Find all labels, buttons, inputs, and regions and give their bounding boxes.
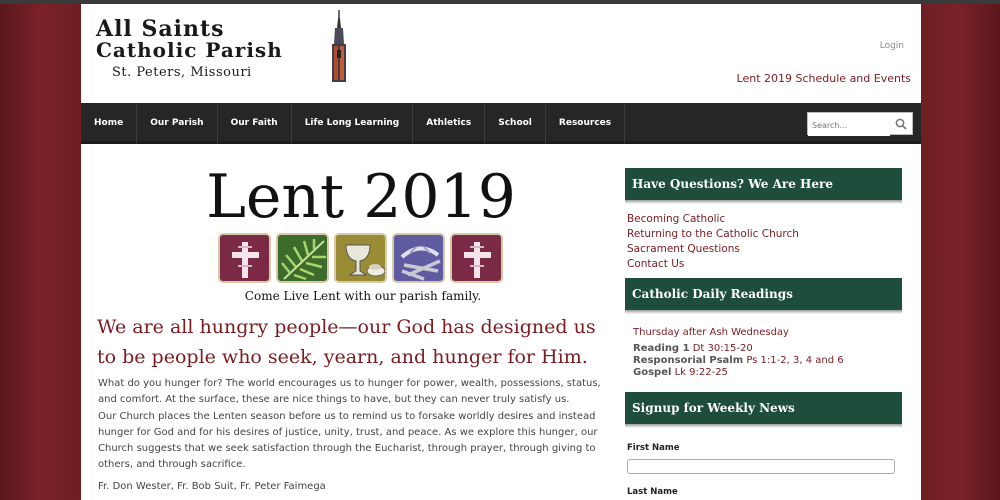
main-nav: Home Our Parish Our Faith Life Long Lear… — [81, 103, 921, 144]
chalice-tile-icon — [334, 233, 387, 283]
first-name-label: First Name — [627, 443, 680, 453]
headline: We are all hungry people—our God has des… — [97, 316, 596, 368]
logo-line-3: St. Peters, Missouri — [112, 65, 252, 80]
lent-title: Lent 2019 — [206, 162, 516, 232]
signature: Fr. Don Wester, Fr. Bob Suit, Fr. Peter … — [98, 481, 326, 492]
church-steeple-icon — [332, 10, 346, 82]
nav-item-our-parish[interactable]: Our Parish — [137, 103, 218, 144]
sidebar: Have Questions? We Are Here Becoming Cat… — [625, 147, 902, 500]
nav-item-athletics[interactable]: Athletics — [413, 103, 486, 144]
reading-label: Gospel — [633, 367, 672, 378]
reading-ref[interactable]: Ps 1:1-2, 3, 4 and 6 — [746, 355, 843, 366]
reading-label: Reading 1 — [633, 343, 690, 354]
nav-item-home[interactable]: Home — [81, 103, 138, 144]
reading-row: Reading 1 Dt 30:15-20 — [633, 343, 844, 355]
nav-item-our-faith[interactable]: Our Faith — [218, 103, 292, 144]
intro-paragraph: What do you hunger for? The world encour… — [98, 378, 601, 405]
palm-tile-icon — [276, 233, 329, 283]
lent-icon-tiles — [218, 233, 503, 283]
nav-item-life-long-learning[interactable]: Life Long Learning — [292, 103, 414, 144]
site-header: All Saints Catholic Parish St. Peters, M… — [81, 4, 921, 103]
search-box — [807, 112, 913, 136]
link-sacrament-questions[interactable]: Sacrament Questions — [627, 242, 799, 257]
signup-heading: Signup for Weekly News — [625, 392, 902, 428]
reading-ref[interactable]: Dt 30:15-20 — [693, 343, 753, 354]
search-icon[interactable] — [895, 118, 907, 130]
cross-tile-icon-2 — [450, 233, 503, 283]
search-input[interactable] — [808, 115, 890, 136]
daily-readings: Thursday after Ash Wednesday Reading 1 D… — [633, 327, 844, 379]
nav-list: Home Our Parish Our Faith Life Long Lear… — [81, 103, 921, 144]
reading-row: Gospel Lk 9:22-25 — [633, 367, 844, 379]
readings-heading: Catholic Daily Readings — [625, 278, 902, 314]
main-content: Lent 2019 Come Live Lent with our parish… — [81, 147, 611, 500]
first-name-field[interactable] — [627, 459, 895, 474]
reading-label: Responsorial Psalm — [633, 355, 744, 366]
login-link[interactable]: Login — [880, 41, 904, 51]
page-container: All Saints Catholic Parish St. Peters, M… — [81, 4, 921, 500]
link-becoming-catholic[interactable]: Becoming Catholic — [627, 212, 799, 227]
link-returning[interactable]: Returning to the Catholic Church — [627, 227, 799, 242]
nav-item-resources[interactable]: Resources — [546, 103, 626, 144]
link-contact-us[interactable]: Contact Us — [627, 257, 799, 272]
tile-caption: Come Live Lent with our parish family. — [244, 289, 482, 303]
cross-tile-icon — [218, 233, 271, 283]
readings-day[interactable]: Thursday after Ash Wednesday — [633, 327, 844, 338]
logo-line-2: Catholic Parish — [96, 38, 283, 62]
reading-row: Responsorial Psalm Ps 1:1-2, 3, 4 and 6 — [633, 355, 844, 367]
reading-ref[interactable]: Lk 9:22-25 — [675, 367, 728, 378]
lent-schedule-link[interactable]: Lent 2019 Schedule and Events — [737, 72, 911, 85]
questions-heading: Have Questions? We Are Here — [625, 168, 902, 204]
nav-item-school[interactable]: School — [485, 103, 546, 144]
questions-links: Becoming Catholic Returning to the Catho… — [627, 212, 799, 272]
lent-paragraph: Our Church places the Lenten season befo… — [98, 411, 598, 470]
crown-nails-tile-icon — [392, 233, 445, 283]
last-name-label: Last Name — [627, 487, 678, 497]
parish-logo[interactable]: All Saints Catholic Parish St. Peters, M… — [96, 10, 356, 92]
